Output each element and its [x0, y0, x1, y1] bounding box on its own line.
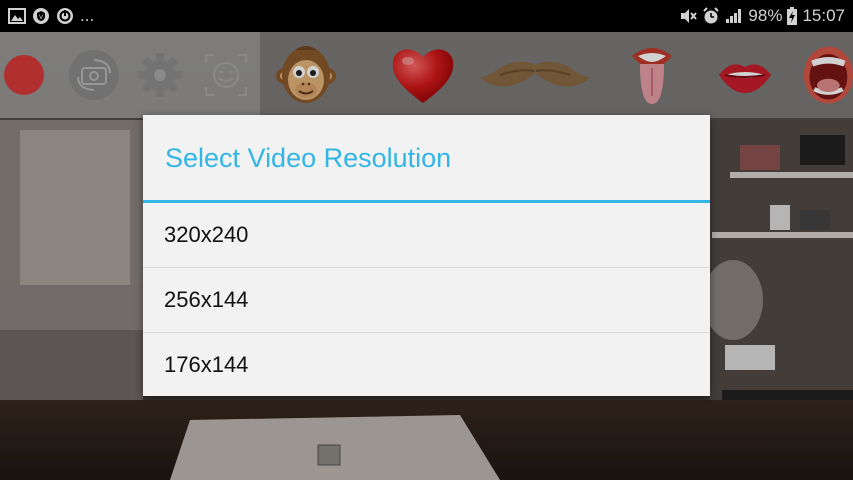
record-icon: [3, 55, 44, 95]
switch-camera-icon: [69, 50, 119, 100]
mustache-sticker-icon: [480, 61, 590, 87]
monkey-mask-icon: [276, 46, 336, 103]
video-resolution-dialog: Select Video Resolution 320x240 256x144 …: [143, 115, 710, 396]
sync-notification-icon: [57, 8, 73, 24]
dialog-title: Select Video Resolution: [165, 143, 452, 173]
gear-icon: [138, 53, 182, 97]
monkey-mask-sticker[interactable]: [275, 32, 337, 118]
signal-icon: [726, 9, 742, 23]
more-notifications-dots: ...: [80, 6, 95, 25]
battery-charging-icon: [787, 7, 798, 25]
effects-toolbar: [0, 32, 853, 118]
resolution-option-label: 176x144: [164, 352, 249, 377]
settings-button[interactable]: [134, 32, 186, 118]
clock: 15:07: [802, 6, 845, 25]
shield-notification-icon: V: [33, 8, 49, 24]
status-bar: V ... 98% 15:07: [0, 0, 853, 32]
tongue-sticker[interactable]: [627, 32, 677, 118]
resolution-option-320x240[interactable]: 320x240: [143, 203, 710, 267]
heart-sticker-icon: [392, 49, 454, 103]
heart-sticker[interactable]: [390, 32, 456, 118]
alarm-icon: [703, 7, 720, 24]
mustache-sticker[interactable]: [479, 32, 591, 118]
mute-icon: [681, 9, 698, 23]
switch-camera-button[interactable]: [66, 32, 122, 118]
resolution-option-label: 256x144: [164, 287, 249, 312]
resolution-option-176x144[interactable]: 176x144: [143, 333, 710, 397]
face-detect-icon: [205, 54, 247, 96]
resolution-option-label: 320x240: [164, 222, 249, 247]
open-mouth-sticker[interactable]: [800, 32, 853, 118]
lips-sticker-icon: [719, 64, 771, 93]
gallery-notification-icon: [8, 8, 26, 24]
lips-sticker[interactable]: [716, 32, 774, 118]
open-mouth-sticker-icon: [803, 46, 853, 104]
battery-percent: 98%: [748, 6, 783, 25]
tongue-sticker-icon: [632, 48, 672, 104]
face-detect-button[interactable]: [203, 32, 249, 118]
record-button[interactable]: [0, 32, 47, 118]
resolution-option-256x144[interactable]: 256x144: [143, 268, 710, 332]
